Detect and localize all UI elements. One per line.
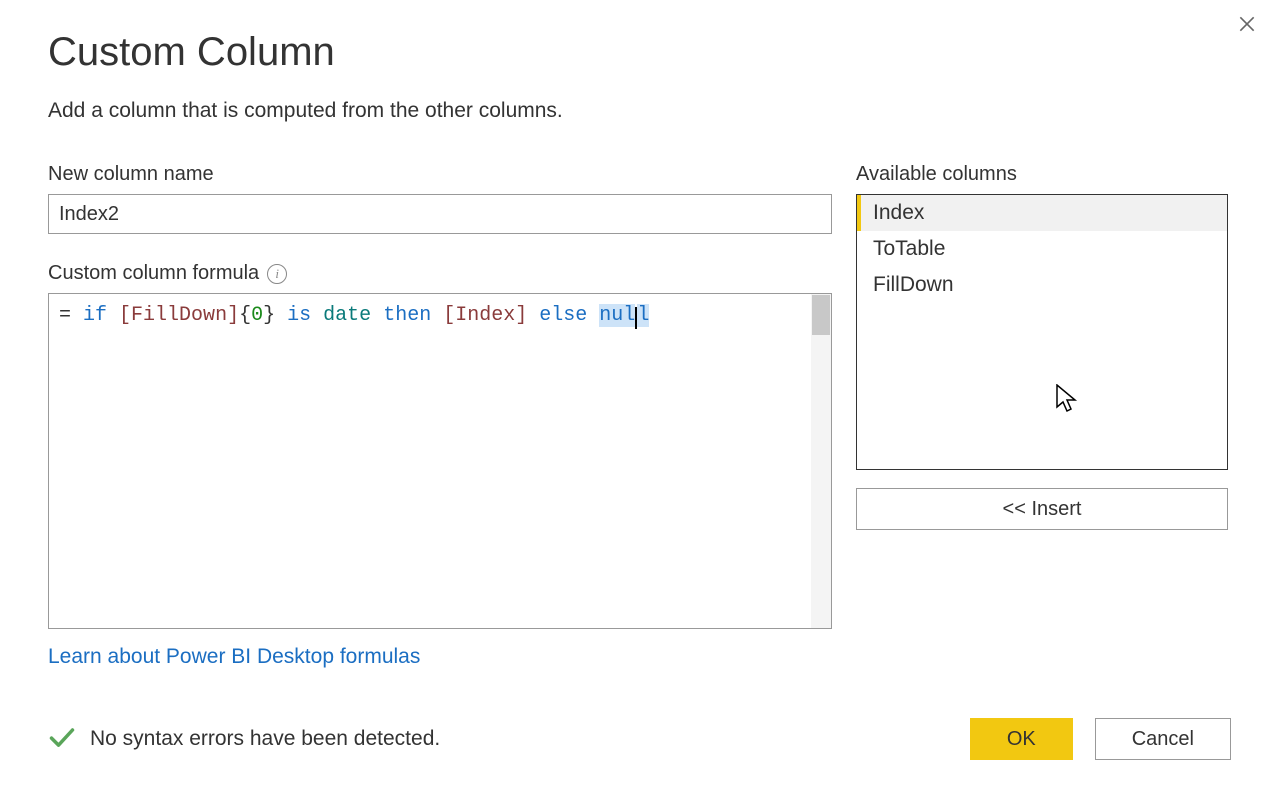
dialog-description: Add a column that is computed from the o… [48,99,1231,123]
formula-token: date [323,304,371,327]
insert-button[interactable]: << Insert [856,488,1228,530]
formula-scrollbar-thumb[interactable] [812,295,830,335]
status-row: No syntax errors have been detected. [48,723,440,756]
ok-button[interactable]: OK [970,718,1073,760]
formula-token: l [637,304,649,327]
formula-token: [FillDown] [119,304,239,327]
formula-token [587,304,599,327]
formula-token: else [539,304,587,327]
available-column-item-filldown[interactable]: FillDown [857,267,1227,303]
formula-token [275,304,287,327]
formula-token: 0 [251,304,263,327]
text-cursor [635,307,637,329]
status-text: No syntax errors have been detected. [90,727,440,751]
formula-token: { [239,304,251,327]
formula-token [107,304,119,327]
formula-token [431,304,443,327]
available-column-item-totable[interactable]: ToTable [857,231,1227,267]
available-columns-label: Available columns [856,163,1228,186]
formula-token: [Index] [443,304,527,327]
formula-label: Custom column formula i [48,262,832,285]
formula-token: nul [599,304,635,327]
info-icon[interactable]: i [267,264,287,284]
formula-editor[interactable]: = if [FillDown]{0} is date then [Index] … [49,294,831,628]
formula-scrollbar-track[interactable] [811,294,831,628]
column-name-input[interactable] [48,194,832,234]
formula-label-text: Custom column formula [48,262,259,285]
dialog-title: Custom Column [48,30,1231,75]
formula-token: if [83,304,107,327]
close-button[interactable] [1231,8,1263,40]
close-icon [1237,14,1257,34]
formula-token [371,304,383,327]
column-name-label: New column name [48,163,832,186]
formula-token: } [263,304,275,327]
check-icon [48,723,76,756]
formula-editor-wrapper: = if [FillDown]{0} is date then [Index] … [48,293,832,629]
cancel-button[interactable]: Cancel [1095,718,1231,760]
available-column-item-index[interactable]: Index [857,195,1227,231]
learn-link[interactable]: Learn about Power BI Desktop formulas [48,645,420,669]
custom-column-dialog: Custom Column Add a column that is compu… [0,0,1279,796]
formula-token: is [287,304,311,327]
formula-token: = [59,304,83,327]
formula-token [527,304,539,327]
available-columns-list: Index ToTable FillDown [856,194,1228,470]
formula-token: then [383,304,431,327]
formula-token [311,304,323,327]
